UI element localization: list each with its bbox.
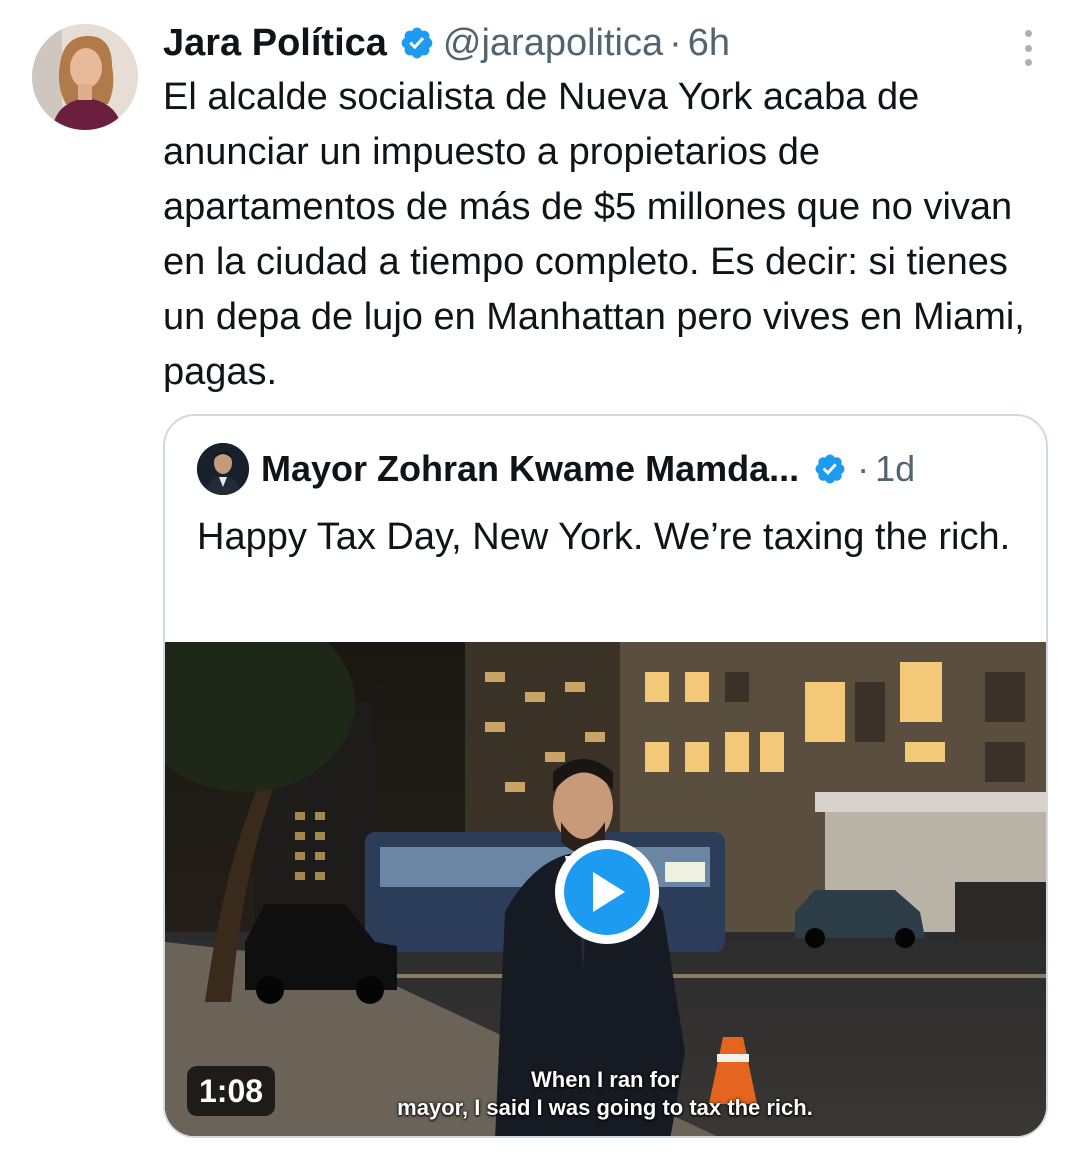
play-icon: [564, 849, 650, 935]
quoted-tweet[interactable]: Mayor Zohran Kwame Mamda... · 1d Happy T…: [163, 414, 1048, 1138]
separator-dot: ·: [857, 448, 870, 489]
quoted-author-name[interactable]: Mayor Zohran Kwame Mamda...: [261, 448, 799, 490]
separator-dot: ·: [669, 22, 682, 64]
author-handle[interactable]: @jarapolitica: [443, 18, 663, 68]
author-avatar[interactable]: [32, 24, 138, 130]
quoted-tweet-time[interactable]: 1d: [875, 448, 915, 490]
video-duration: 1:08: [187, 1066, 276, 1116]
video-player[interactable]: 1:08 When I ran for mayor, I said I was …: [165, 642, 1046, 1136]
tweet-text: El alcalde socialista de Nueva York acab…: [163, 76, 1025, 393]
verified-badge-icon: [399, 25, 435, 61]
quoted-author-avatar[interactable]: [197, 443, 249, 495]
play-button[interactable]: [555, 840, 659, 944]
tweet-time[interactable]: 6h: [688, 18, 730, 68]
verified-badge-icon: [813, 452, 847, 486]
tweet[interactable]: Jara Política @jarapolitica · 6h El alca…: [0, 0, 1080, 1158]
video-caption-line2: mayor, I said I was going to tax the ric…: [397, 1095, 813, 1120]
author-name[interactable]: Jara Política: [163, 18, 387, 68]
quoted-tweet-header: Mayor Zohran Kwame Mamda... · 1d: [197, 442, 1016, 496]
more-options-icon[interactable]: [1016, 30, 1040, 66]
tweet-header: Jara Política @jarapolitica · 6h: [163, 18, 1000, 68]
quoted-tweet-text: Happy Tax Day, New York. We’re taxing th…: [197, 516, 1011, 558]
video-caption-line1: When I ran for: [531, 1067, 679, 1092]
